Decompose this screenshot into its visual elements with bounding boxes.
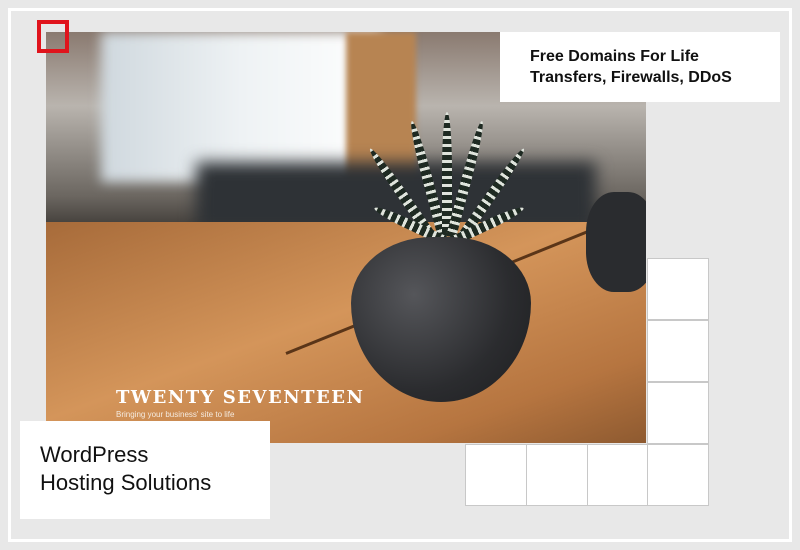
grid-cell — [647, 320, 709, 382]
promo-box-features: Free Domains For Life Transfers, Firewal… — [500, 32, 780, 102]
grid-cell — [465, 444, 527, 506]
promo-line: Free Domains For Life — [530, 48, 699, 65]
red-square-accent — [37, 20, 69, 53]
promo-box-title: WordPress Hosting Solutions — [20, 421, 270, 519]
grid-cell — [647, 444, 709, 506]
grid-cell — [647, 382, 709, 444]
promo-line: Transfers, Firewalls, DDoS — [530, 69, 732, 86]
grid-cell — [526, 444, 588, 506]
promo-heading: WordPress — [40, 442, 149, 467]
background-plant-pot — [586, 192, 646, 292]
window-blur — [101, 32, 381, 182]
theme-tagline: Bringing your business' site to life — [116, 410, 235, 419]
promo-heading: Hosting Solutions — [40, 470, 212, 495]
grid-cell — [647, 258, 709, 320]
grid-cell — [587, 444, 649, 506]
theme-title: TWENTY SEVENTEEN — [116, 387, 365, 408]
